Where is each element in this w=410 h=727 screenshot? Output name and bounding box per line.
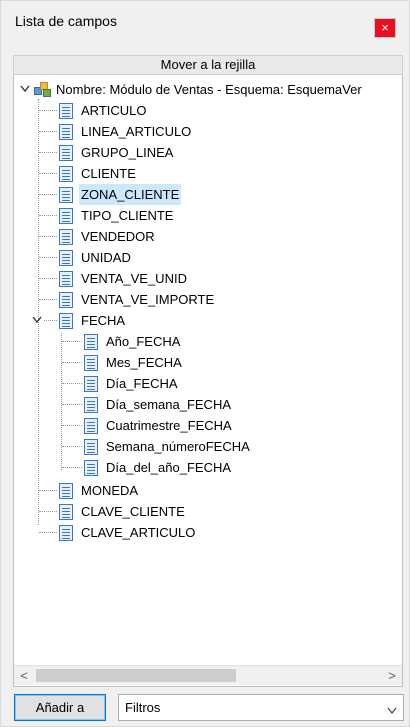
tree-child-item[interactable]: Mes_FECHA [14, 352, 402, 373]
field-icon [59, 292, 73, 308]
tree-field-item[interactable]: MONEDA [14, 480, 402, 501]
horizontal-scrollbar[interactable]: < > [14, 665, 402, 685]
tree-field-item[interactable]: VENTA_VE_IMPORTE [14, 289, 402, 310]
tree-field-item[interactable]: CLIENTE [14, 163, 402, 184]
tree-field-item[interactable]: VENTA_VE_UNID [14, 268, 402, 289]
field-label: Día_FECHA [106, 376, 178, 391]
field-icon [59, 229, 73, 245]
field-label: GRUPO_LINEA [81, 145, 174, 160]
field-label: TIPO_CLIENTE [81, 208, 174, 223]
field-label: MONEDA [81, 483, 139, 498]
tree-child-item[interactable]: Día_del_año_FECHA [14, 457, 402, 478]
field-icon [59, 313, 73, 329]
field-label: Semana_númeroFECHA [106, 439, 250, 454]
tree-child-item[interactable]: Semana_númeroFECHA [14, 436, 402, 457]
close-icon: × [381, 20, 389, 35]
add-to-button[interactable]: Añadir a [14, 694, 106, 721]
field-icon [84, 355, 98, 371]
dropdown-value: Filtros [125, 700, 161, 715]
field-icon [84, 460, 98, 476]
field-icon [84, 439, 98, 455]
tree-field-item[interactable]: GRUPO_LINEA [14, 142, 402, 163]
field-label: CLIENTE [81, 166, 136, 181]
field-label: CLAVE_ARTICULO [81, 525, 196, 540]
field-list-window: Lista de campos × Mover a la rejilla Nom… [0, 0, 410, 727]
tree-field-item[interactable]: VENDEDOR [14, 226, 402, 247]
scroll-right-icon[interactable]: > [382, 666, 402, 686]
field-label: VENTA_VE_IMPORTE [81, 292, 215, 307]
tree-field-item[interactable]: CLAVE_ARTICULO [14, 522, 402, 543]
field-icon [59, 124, 73, 140]
cube-icon [34, 81, 52, 97]
field-label: VENDEDOR [81, 229, 155, 244]
field-label: Día_semana_FECHA [106, 397, 231, 412]
field-icon [84, 334, 98, 350]
area-dropdown[interactable]: Filtros [118, 694, 404, 721]
move-to-grid-label: Mover a la rejilla [160, 57, 256, 72]
field-label: Día_del_año_FECHA [106, 460, 232, 475]
field-label: VENTA_VE_UNID [81, 271, 187, 286]
field-label: Año_FECHA [106, 334, 181, 349]
field-tree: Nombre: Módulo de Ventas - Esquema: Esqu… [14, 75, 402, 665]
tree-field-item[interactable]: ARTICULO [14, 100, 402, 121]
field-label: CLAVE_CLIENTE [81, 504, 185, 519]
field-label: Cuatrimestre_FECHA [106, 418, 232, 433]
scroll-left-icon[interactable]: < [14, 666, 34, 686]
tree-field-item[interactable]: LINEA_ARTICULO [14, 121, 402, 142]
add-to-label: Añadir a [35, 700, 85, 715]
field-icon [59, 103, 73, 119]
field-icon [59, 166, 73, 182]
field-label: ARTICULO [81, 103, 147, 118]
field-icon [84, 376, 98, 392]
field-icon [59, 483, 73, 499]
field-icon [59, 145, 73, 161]
tree-child-item[interactable]: Día_semana_FECHA [14, 394, 402, 415]
field-icon [59, 208, 73, 224]
field-tree-panel: Nombre: Módulo de Ventas - Esquema: Esqu… [13, 75, 403, 687]
field-icon [59, 504, 73, 520]
field-label: ZONA_CLIENTE [79, 184, 182, 205]
chevron-down-icon[interactable] [387, 703, 397, 714]
field-icon [59, 187, 73, 203]
title-bar: Lista de campos × [1, 1, 409, 53]
chevron-down-icon[interactable] [20, 85, 30, 94]
field-icon [59, 250, 73, 266]
tree-field-item-selected[interactable]: ZONA_CLIENTE [14, 184, 402, 205]
field-icon [84, 397, 98, 413]
tree-field-item[interactable]: TIPO_CLIENTE [14, 205, 402, 226]
tree-field-item[interactable]: CLAVE_CLIENTE [14, 501, 402, 522]
tree-child-item[interactable]: Año_FECHA [14, 331, 402, 352]
window-title: Lista de campos [15, 13, 117, 29]
move-to-grid-button[interactable]: Mover a la rejilla [13, 55, 403, 75]
tree-field-item[interactable]: UNIDAD [14, 247, 402, 268]
field-label: Mes_FECHA [106, 355, 182, 370]
tree-root-node[interactable]: Nombre: Módulo de Ventas - Esquema: Esqu… [14, 79, 402, 100]
field-icon [59, 271, 73, 287]
field-label: UNIDAD [81, 250, 131, 265]
tree-group-fecha[interactable]: FECHA [14, 310, 402, 331]
field-label: LINEA_ARTICULO [81, 124, 192, 139]
field-icon [84, 418, 98, 434]
group-label: FECHA [81, 313, 126, 328]
field-icon [59, 525, 73, 541]
tree-root-label: Nombre: Módulo de Ventas - Esquema: Esqu… [56, 82, 362, 97]
close-button[interactable]: × [374, 18, 396, 38]
scrollbar-thumb[interactable] [36, 669, 236, 682]
tree-child-item[interactable]: Día_FECHA [14, 373, 402, 394]
chevron-down-icon[interactable] [32, 316, 42, 325]
tree-child-item[interactable]: Cuatrimestre_FECHA [14, 415, 402, 436]
